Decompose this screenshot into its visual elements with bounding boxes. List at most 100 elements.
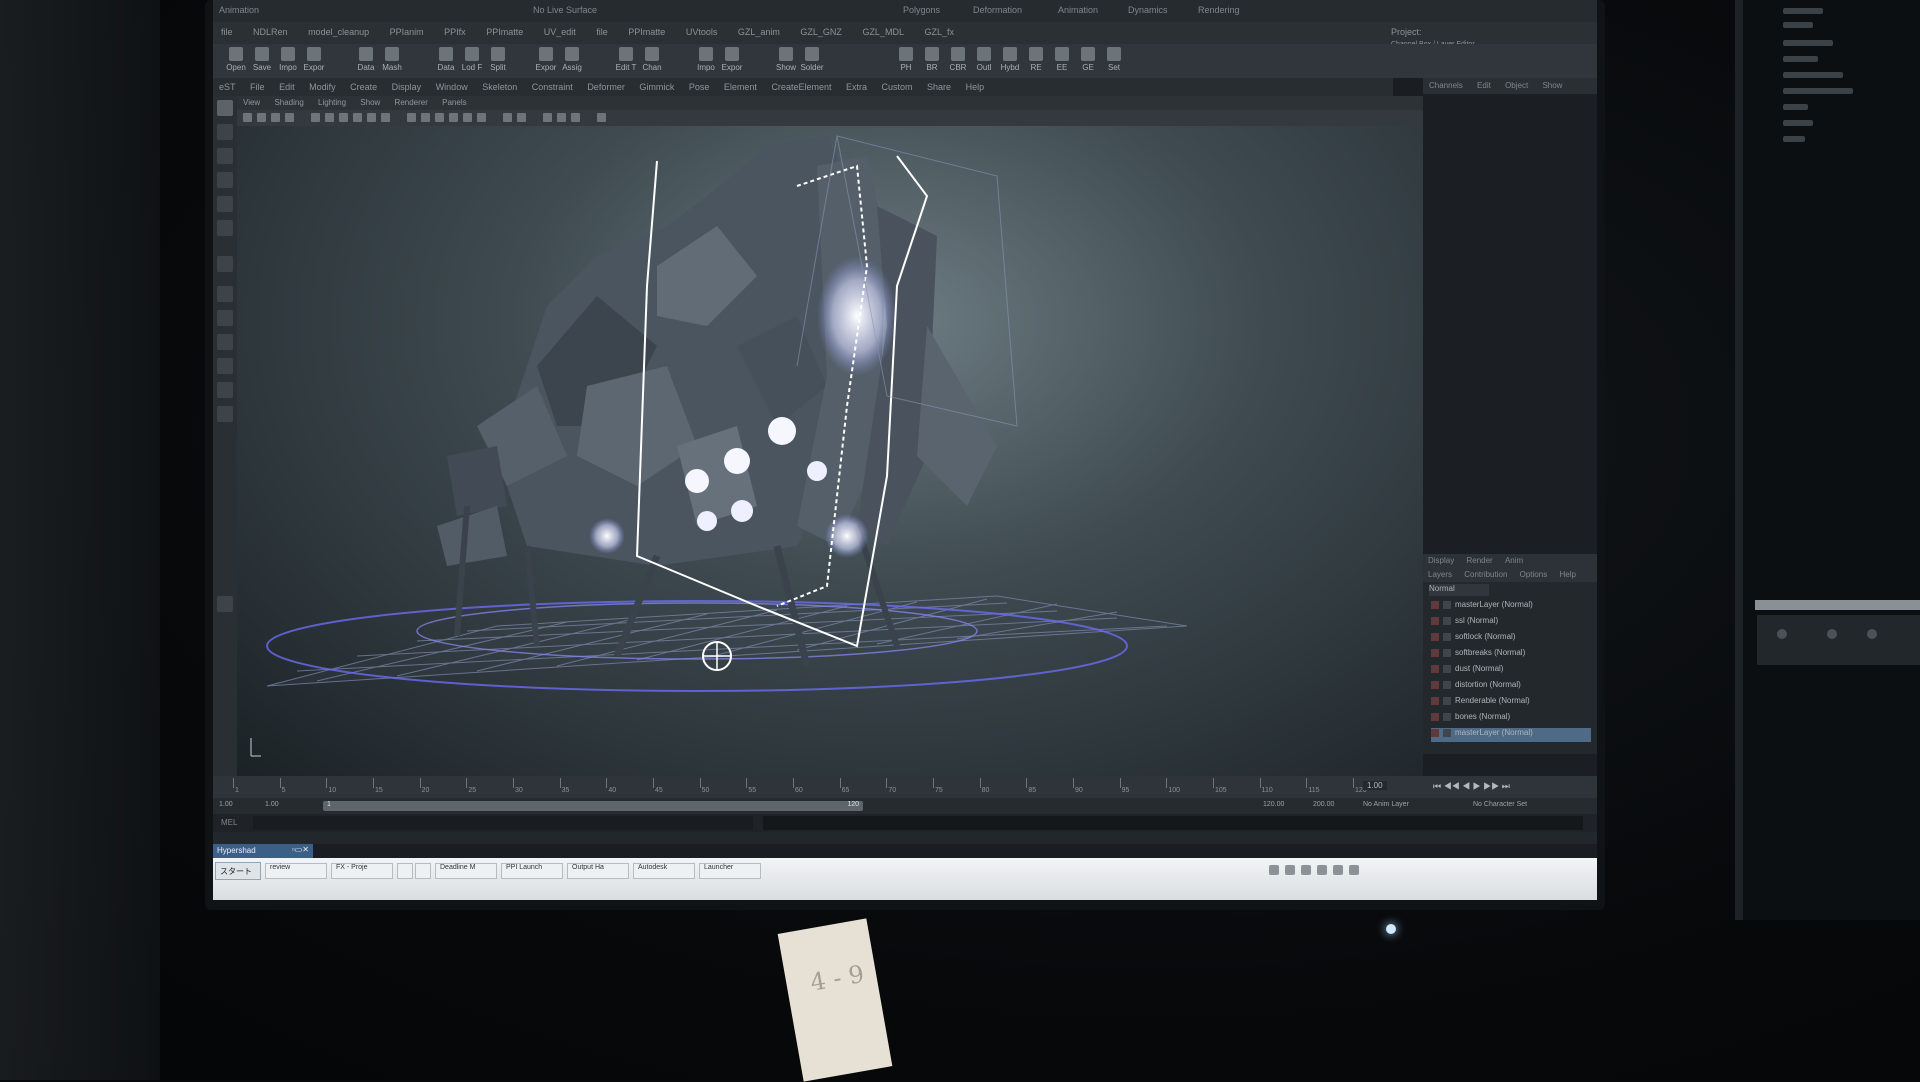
current-frame-field[interactable]: 1.00	[1363, 781, 1387, 790]
menuset-animation[interactable]: Animation	[1058, 5, 1098, 15]
select-tool-icon[interactable]	[217, 100, 233, 116]
range-inner-start-field[interactable]: 1.00	[265, 801, 279, 808]
lod-button[interactable]: Lod F	[459, 47, 485, 72]
toolbar-dot-icon[interactable]	[1777, 629, 1787, 639]
menu-item[interactable]: Pose	[689, 82, 710, 92]
layer-row[interactable]: softlock (Normal)	[1431, 632, 1591, 646]
open-button[interactable]: Open	[223, 47, 249, 72]
visibility-toggle[interactable]	[1443, 616, 1451, 625]
xray-icon[interactable]	[503, 113, 512, 122]
menu-item[interactable]: Edit	[279, 82, 295, 92]
textured-icon[interactable]	[449, 113, 458, 122]
menu-item[interactable]: File	[250, 82, 265, 92]
menu-item[interactable]: Modify	[309, 82, 336, 92]
br-button[interactable]: BR	[919, 47, 945, 72]
menu-layers[interactable]: Layers	[1428, 570, 1452, 579]
persp-graph-layout-icon[interactable]	[217, 358, 233, 374]
move-tool-icon[interactable]	[217, 172, 233, 188]
set-button[interactable]: Set	[1101, 47, 1127, 72]
solder-button[interactable]: Solder	[799, 47, 825, 72]
layer-color-swatch[interactable]	[1431, 616, 1439, 625]
panel-menu-show[interactable]: Show	[360, 98, 380, 107]
layer-mode-dropdown[interactable]: Normal	[1429, 584, 1489, 596]
menuset-dynamics[interactable]: Dynamics	[1128, 5, 1168, 15]
task-fx-project[interactable]: FX - Proje	[331, 863, 393, 879]
tray-icon[interactable]	[1333, 865, 1343, 875]
layer-color-swatch[interactable]	[1431, 680, 1439, 689]
visibility-toggle[interactable]	[1443, 600, 1451, 609]
shelf-tab[interactable]: PPIfx	[444, 27, 466, 37]
hybrid-button[interactable]: Hybd	[997, 47, 1023, 72]
show-button[interactable]: Show	[773, 47, 799, 72]
menu-help[interactable]: Help	[1559, 570, 1575, 579]
menu-item[interactable]: Constraint	[532, 82, 573, 92]
menu-item[interactable]: Custom	[882, 82, 913, 92]
persp-outliner-layout-icon[interactable]	[217, 382, 233, 398]
assign-button[interactable]: Assig	[559, 47, 585, 72]
perspective-viewport[interactable]	[237, 126, 1423, 776]
range-bar[interactable]: 1 120	[323, 801, 863, 811]
panel-menu-view[interactable]: View	[243, 98, 260, 107]
command-line[interactable]: MEL	[213, 814, 1597, 832]
shelf-tab[interactable]: GZL_fx	[924, 27, 954, 37]
menu-item[interactable]: Gimmick	[639, 82, 674, 92]
ambient-occlusion-icon[interactable]	[557, 113, 566, 122]
outliner-item[interactable]	[1783, 40, 1833, 46]
data-button-2[interactable]: Data	[433, 47, 459, 72]
visibility-toggle[interactable]	[1443, 664, 1451, 673]
shelf-tab[interactable]: file	[596, 27, 608, 37]
menuset-polygons[interactable]: Polygons	[903, 5, 940, 15]
panel-menu-renderer[interactable]: Renderer	[395, 98, 428, 107]
tab-show[interactable]: Show	[1542, 81, 1562, 90]
film-gate-icon[interactable]	[325, 113, 334, 122]
grid-icon[interactable]	[311, 113, 320, 122]
menu-contribution[interactable]: Contribution	[1464, 570, 1507, 579]
task-ppi-launch[interactable]: PPI Launch	[501, 863, 563, 879]
outliner-button[interactable]: Outl	[971, 47, 997, 72]
layer-color-swatch[interactable]	[1431, 712, 1439, 721]
import-button-2[interactable]: Impo	[693, 47, 719, 72]
layer-color-swatch[interactable]	[1431, 696, 1439, 705]
hypershade-window-tab[interactable]: Hypershad ▫▭✕	[213, 844, 313, 858]
bookmark-icon[interactable]	[271, 113, 280, 122]
home-icon[interactable]	[217, 596, 233, 612]
shadows-icon[interactable]	[477, 113, 486, 122]
character-set-dropdown[interactable]: No Character Set	[1473, 801, 1527, 808]
menu-item[interactable]: Extra	[846, 82, 867, 92]
gate-mask-icon[interactable]	[353, 113, 362, 122]
panel-menu-panels[interactable]: Panels	[442, 98, 466, 107]
command-input[interactable]	[253, 816, 753, 830]
tray-icon[interactable]	[1349, 865, 1359, 875]
shelf-tab[interactable]: UV_edit	[544, 27, 576, 37]
tab-object[interactable]: Object	[1505, 81, 1528, 90]
layer-color-swatch[interactable]	[1431, 632, 1439, 641]
shelf-tab[interactable]: PPImatte	[628, 27, 665, 37]
task-icon[interactable]	[415, 863, 431, 879]
range-max-field[interactable]: 200.00	[1313, 801, 1334, 808]
task-deadline[interactable]: Deadline M	[435, 863, 497, 879]
task-icon[interactable]	[397, 863, 413, 879]
shelf-tab[interactable]: GZL_GNZ	[800, 27, 842, 37]
tray-icon[interactable]	[1269, 865, 1279, 875]
menu-item[interactable]: Skeleton	[482, 82, 517, 92]
shelf-tab[interactable]: PPIanim	[390, 27, 424, 37]
visibility-toggle[interactable]	[1443, 680, 1451, 689]
range-end-field[interactable]: 120.00	[1263, 801, 1284, 808]
tab-channels[interactable]: Channels	[1429, 81, 1463, 90]
menu-item[interactable]: Display	[392, 82, 422, 92]
outliner-item[interactable]	[1783, 8, 1823, 14]
data-button[interactable]: Data	[353, 47, 379, 72]
split-button[interactable]: Split	[485, 47, 511, 72]
shelf-tab[interactable]: model_cleanup	[308, 27, 369, 37]
layer-row[interactable]: bones (Normal)	[1431, 712, 1591, 726]
scene-render[interactable]	[237, 126, 1423, 776]
export-button-2[interactable]: Expor	[533, 47, 559, 72]
smooth-shade-icon[interactable]	[421, 113, 430, 122]
edit-button[interactable]: Edit T	[613, 47, 639, 72]
re-button[interactable]: RE	[1023, 47, 1049, 72]
panel-menu-shading[interactable]: Shading	[274, 98, 303, 107]
cbr-button[interactable]: CBR	[945, 47, 971, 72]
outliner-item[interactable]	[1783, 72, 1843, 78]
wireframe-on-shaded-icon[interactable]	[435, 113, 444, 122]
layer-row[interactable]: distortion (Normal)	[1431, 680, 1591, 694]
